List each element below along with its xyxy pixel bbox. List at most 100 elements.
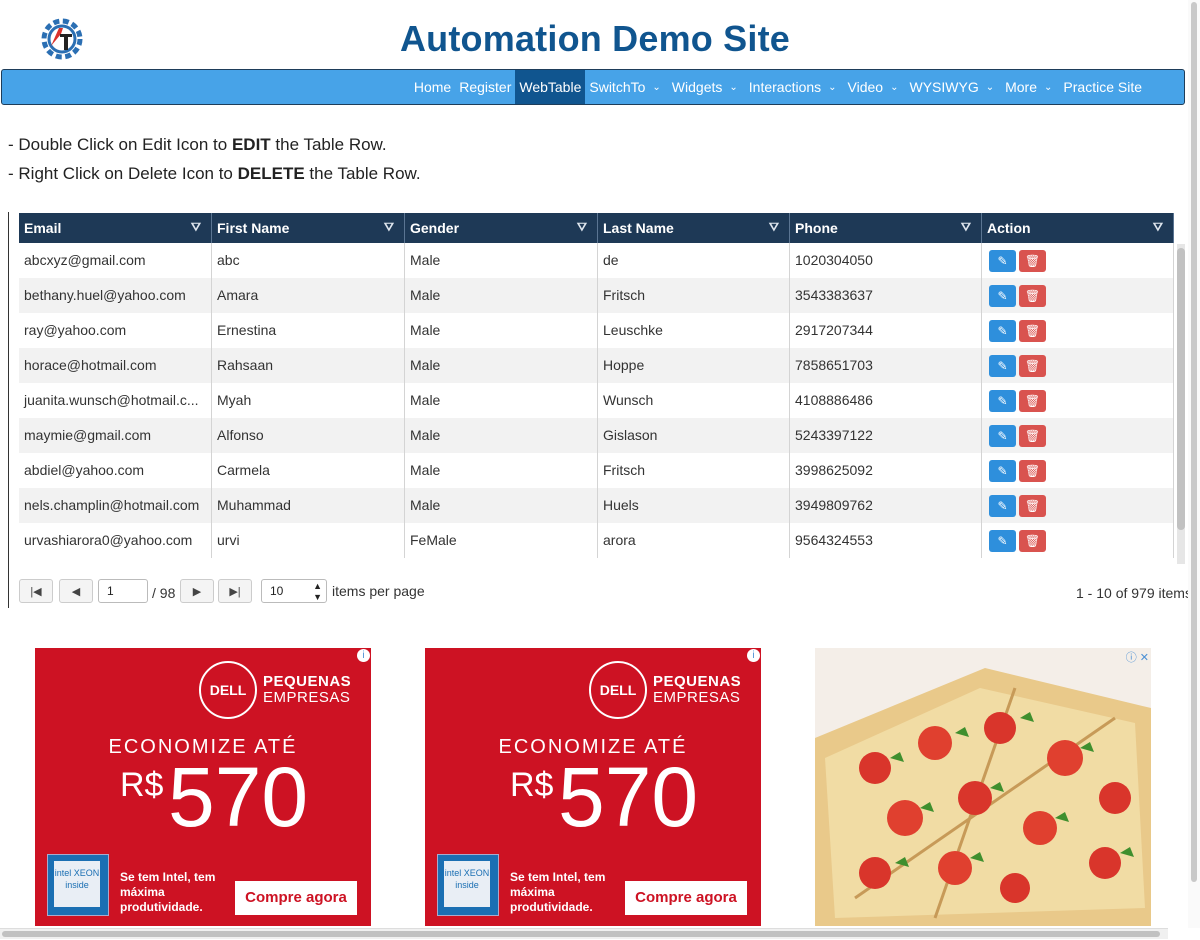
nav-item-label: Practice Site — [1063, 79, 1142, 95]
edit-row-button[interactable]: ✎ — [989, 320, 1016, 342]
delete-row-button[interactable]: 🗑 — [1019, 250, 1046, 272]
cell-action: ✎ 🗑 — [982, 418, 1174, 453]
column-header-first-name[interactable]: First Name ⛛ — [212, 213, 405, 243]
nav-item-widgets[interactable]: Widgets ⌄ — [668, 70, 745, 104]
dell-ad-2[interactable]: i DELL PEQUENAS EMPRESAS ECONOMIZE ATÉ R$… — [425, 648, 761, 926]
ad-brand-text: PEQUENAS EMPRESAS — [653, 673, 742, 706]
cell-last-name: Hoppe — [598, 348, 790, 383]
delete-row-button[interactable]: 🗑 — [1019, 390, 1046, 412]
delete-row-button[interactable]: 🗑 — [1019, 285, 1046, 307]
last-page-icon: ▶| — [229, 586, 241, 598]
cell-first-name: Rahsaan — [212, 348, 405, 383]
edit-row-button[interactable]: ✎ — [989, 250, 1016, 272]
edit-row-button[interactable]: ✎ — [989, 460, 1016, 482]
table-row: maymie@gmail.com Alfonso Male Gislason 52433… — [19, 418, 1174, 453]
column-header-label: Action — [987, 220, 1031, 236]
ad-cta-button[interactable]: Compre agora — [625, 881, 747, 915]
chevron-down-icon: ⌄ — [652, 81, 661, 93]
delete-row-button[interactable]: 🗑 — [1019, 530, 1046, 552]
nav-item-label: SwitchTo — [589, 79, 646, 95]
cell-action: ✎ 🗑 — [982, 488, 1174, 523]
pager: |◀ ◀ 1 / 98 ▶ ▶| 10 ▲ ▼ items per page 1 … — [19, 577, 1192, 607]
intel-xeon-badge: intel XEON inside — [47, 854, 109, 916]
chevron-down-icon: ⌄ — [1044, 81, 1053, 93]
filter-icon[interactable]: ⛛ — [961, 220, 971, 235]
last-page-button[interactable]: ▶| — [218, 579, 252, 603]
table-header: Email ⛛ First Name ⛛ Gender ⛛ Last Name ⛛ Phone ⛛… — [19, 213, 1174, 243]
table-scrollbar[interactable] — [1177, 244, 1185, 564]
filter-icon[interactable]: ⛛ — [384, 220, 394, 235]
pizza-ad[interactable]: ⓘ ✕ — [815, 648, 1151, 926]
nav-item-label: WYSIWYG — [909, 79, 979, 95]
delete-row-button[interactable]: 🗑 — [1019, 355, 1046, 377]
cell-gender: Male — [405, 453, 598, 488]
nav-item-switchto[interactable]: SwitchTo ⌄ — [585, 70, 667, 104]
edit-row-button[interactable]: ✎ — [989, 530, 1016, 552]
divider — [8, 212, 9, 608]
ad-info-close-icons[interactable]: ⓘ ✕ — [1126, 649, 1149, 665]
cell-first-name: urvi — [212, 523, 405, 558]
table-scrollbar-thumb[interactable] — [1177, 248, 1185, 530]
column-header-action[interactable]: Action ⛛ — [982, 213, 1174, 243]
page-horizontal-scrollbar[interactable] — [0, 928, 1168, 939]
nav-item-more[interactable]: More ⌄ — [1001, 70, 1059, 104]
items-per-page-label: items per page — [332, 583, 425, 599]
edit-row-button[interactable]: ✎ — [989, 390, 1016, 412]
cell-action: ✎ 🗑 — [982, 523, 1174, 558]
filter-icon[interactable]: ⛛ — [577, 220, 587, 235]
table-row: ray@yahoo.com Ernestina Male Leuschke 291720… — [19, 313, 1174, 348]
table-row: abdiel@yahoo.com Carmela Male Fritsch 399862… — [19, 453, 1174, 488]
intel-xeon-badge: intel XEON inside — [437, 854, 499, 916]
nav-item-home[interactable]: Home — [410, 70, 455, 104]
column-header-email[interactable]: Email ⛛ — [19, 213, 212, 243]
delete-row-button[interactable]: 🗑 — [1019, 460, 1046, 482]
nav-item-label: Home — [413, 79, 452, 95]
column-header-gender[interactable]: Gender ⛛ — [405, 213, 598, 243]
cell-last-name: Wunsch — [598, 383, 790, 418]
cell-phone: 3998625092 — [790, 453, 982, 488]
page-number-input[interactable]: 1 — [98, 579, 148, 603]
next-page-icon: ▶ — [192, 586, 202, 598]
delete-row-button[interactable]: 🗑 — [1019, 495, 1046, 517]
filter-icon[interactable]: ⛛ — [1153, 220, 1163, 235]
ad-info-icon[interactable]: i — [747, 649, 760, 662]
next-page-button[interactable]: ▶ — [180, 579, 214, 603]
nav-item-wysiwyg[interactable]: WYSIWYG ⌄ — [905, 70, 1001, 104]
nav-item-webtable[interactable]: WebTable — [515, 70, 586, 104]
vertical-scrollbar-thumb[interactable] — [1191, 2, 1197, 882]
table-row: bethany.huel@yahoo.com Amara Male Fritsch 35… — [19, 278, 1174, 313]
edit-row-button[interactable]: ✎ — [989, 495, 1016, 517]
cell-first-name: Alfonso — [212, 418, 405, 453]
chevron-down-icon: ⌄ — [890, 81, 899, 93]
page-size-select[interactable]: 10 ▲ ▼ — [261, 579, 327, 603]
edit-row-button[interactable]: ✎ — [989, 355, 1016, 377]
instruction-delete: - Right Click on Delete Icon to DELETE t… — [8, 164, 421, 183]
edit-row-button[interactable]: ✎ — [989, 425, 1016, 447]
ad-currency: R$ — [510, 766, 554, 804]
prev-page-button[interactable]: ◀ — [59, 579, 93, 603]
horizontal-scrollbar-thumb[interactable] — [2, 931, 1160, 937]
nav-item-interactions[interactable]: Interactions ⌄ — [745, 70, 844, 104]
first-page-button[interactable]: |◀ — [19, 579, 53, 603]
nav-item-register[interactable]: Register — [455, 70, 515, 104]
cell-gender: FeMale — [405, 523, 598, 558]
delete-row-button[interactable]: 🗑 — [1019, 320, 1046, 342]
nav-item-label: Widgets — [671, 79, 723, 95]
cell-gender: Male — [405, 278, 598, 313]
dell-ad-1[interactable]: i DELL PEQUENAS EMPRESAS ECONOMIZE ATÉ R$… — [35, 648, 371, 926]
column-header-phone[interactable]: Phone ⛛ — [790, 213, 982, 243]
filter-icon[interactable]: ⛛ — [769, 220, 779, 235]
page-size-value: 10 — [270, 584, 284, 598]
delete-row-button[interactable]: 🗑 — [1019, 425, 1046, 447]
nav-item-video[interactable]: Video ⌄ — [844, 70, 906, 104]
cell-phone: 1020304050 — [790, 243, 982, 278]
edit-row-button[interactable]: ✎ — [989, 285, 1016, 307]
nav-item-practice-site[interactable]: Practice Site — [1059, 70, 1146, 104]
cell-last-name: Fritsch — [598, 453, 790, 488]
chevron-down-icon: ⌄ — [729, 81, 738, 93]
filter-icon[interactable]: ⛛ — [191, 220, 201, 235]
ad-info-icon[interactable]: i — [357, 649, 370, 662]
column-header-last-name[interactable]: Last Name ⛛ — [598, 213, 790, 243]
page-vertical-scrollbar[interactable] — [1188, 0, 1200, 928]
ad-cta-button[interactable]: Compre agora — [235, 881, 357, 915]
